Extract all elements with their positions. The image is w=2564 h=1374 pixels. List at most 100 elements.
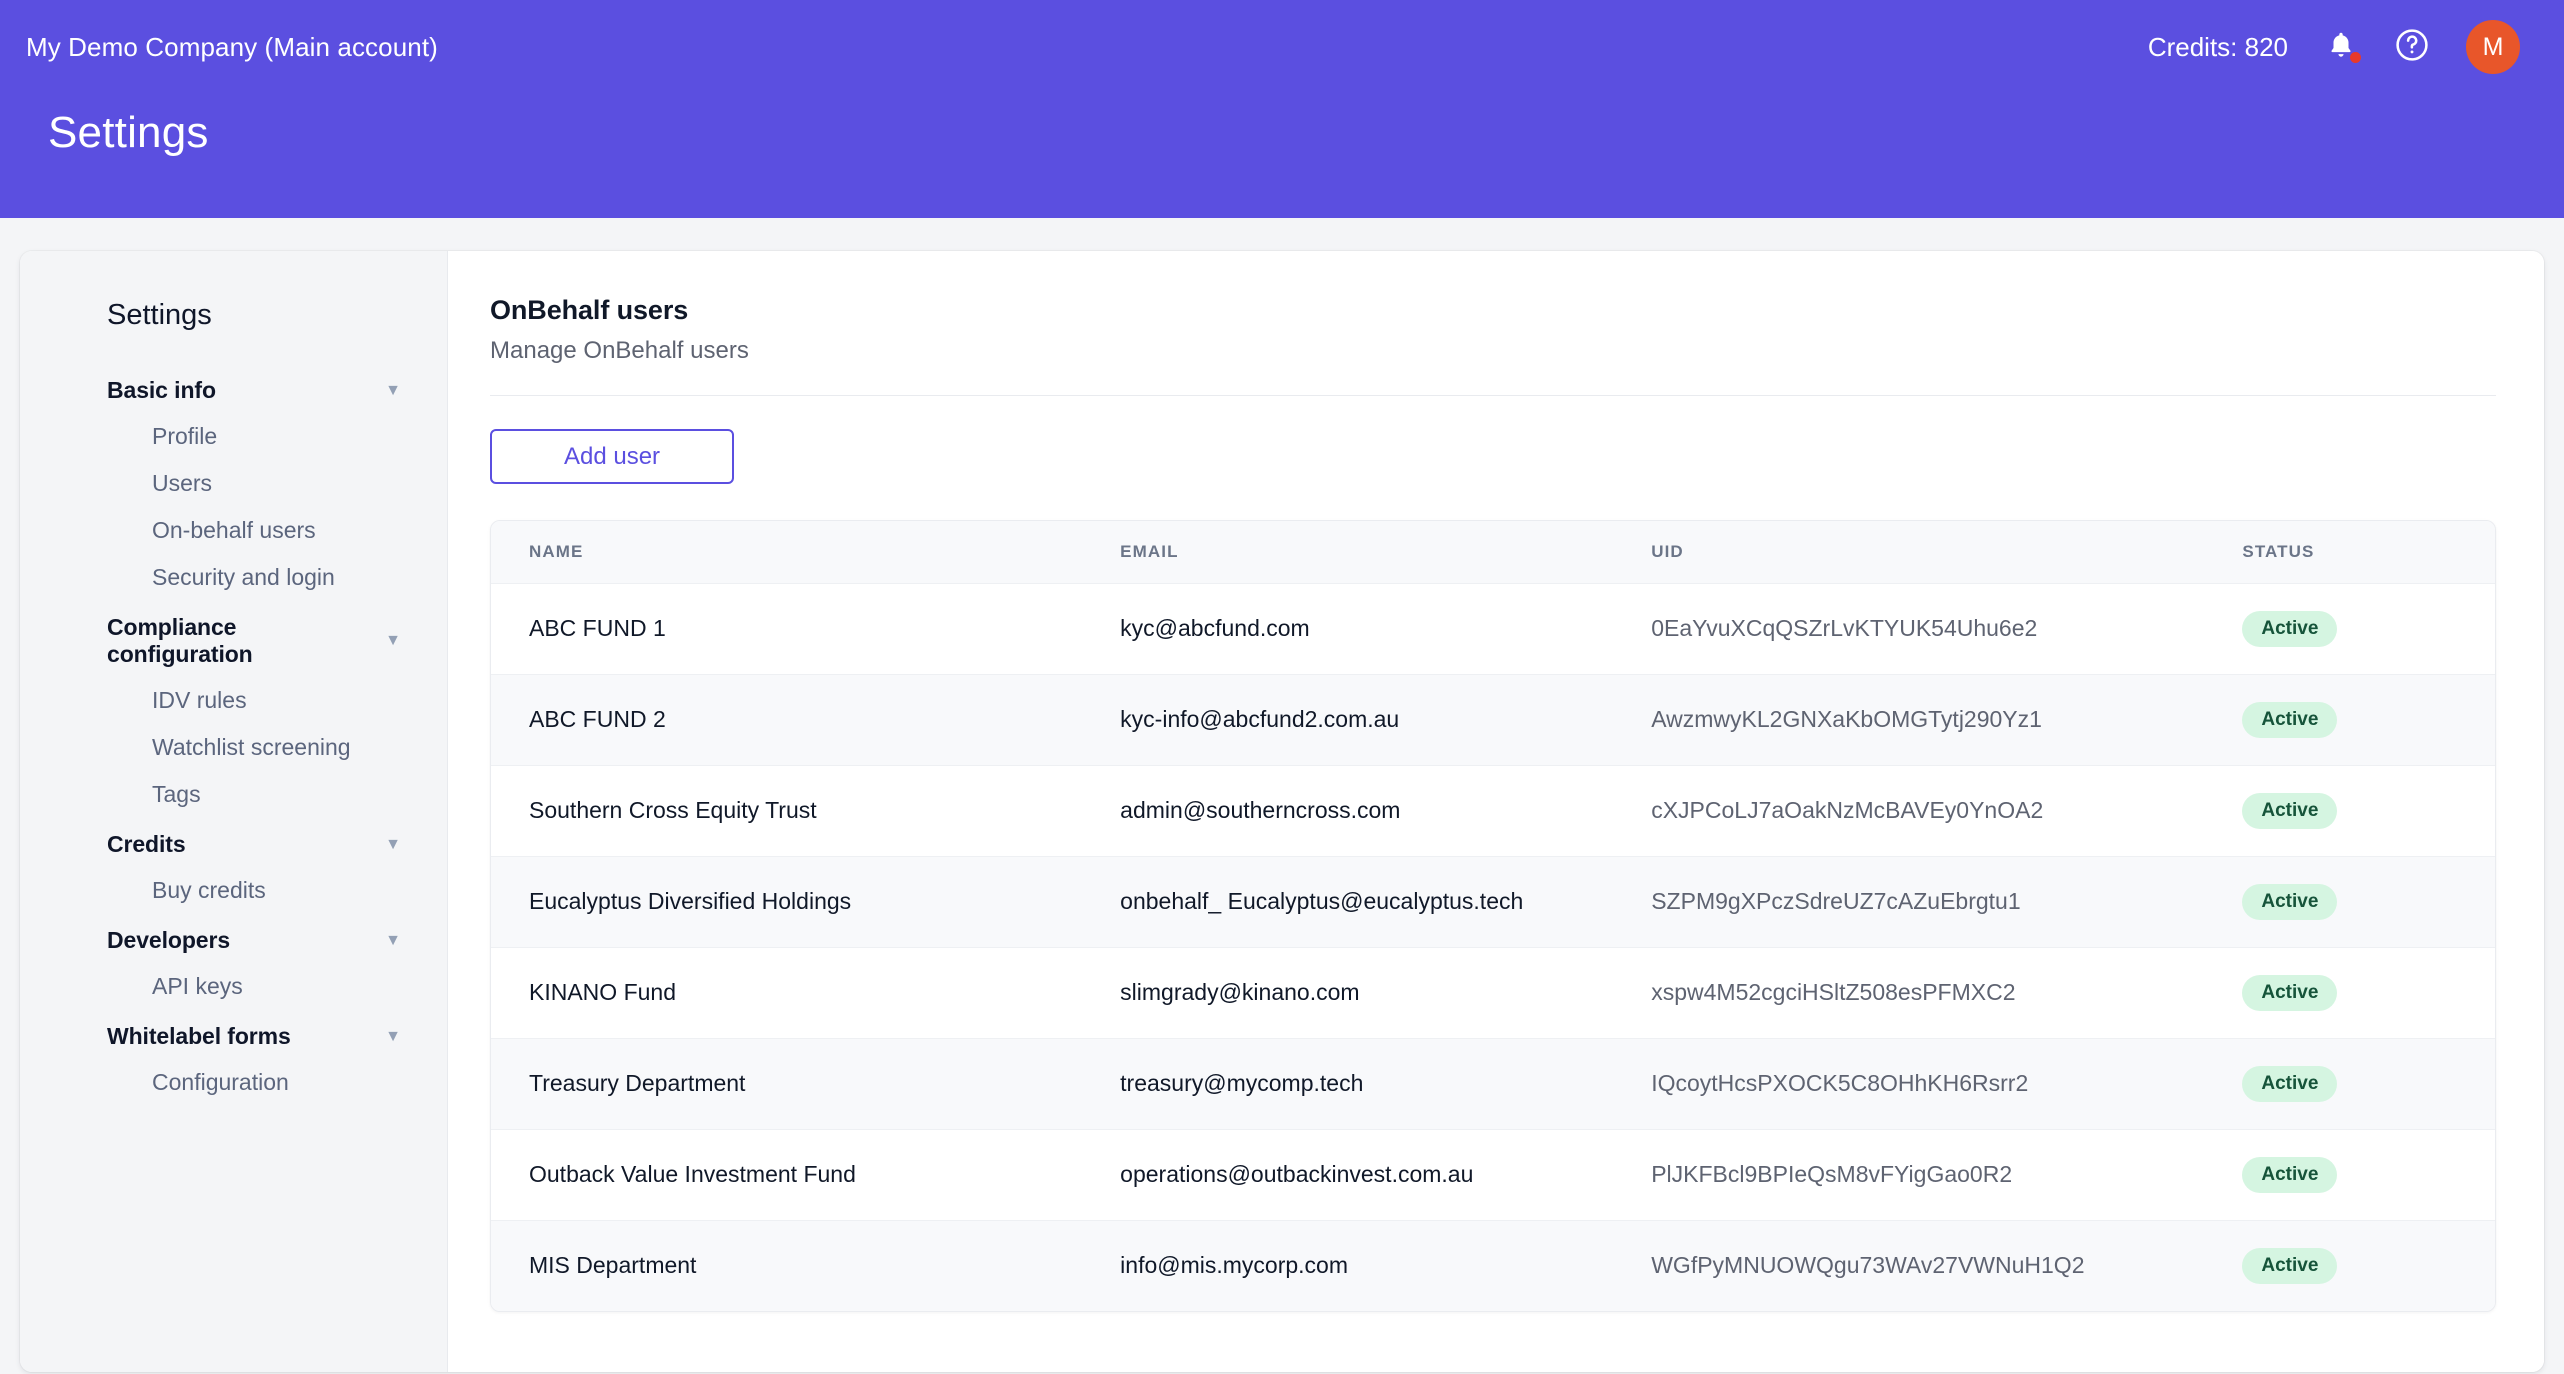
cell-email: info@mis.mycorp.com <box>1120 1252 1349 1279</box>
header-top-bar: My Demo Company (Main account) Credits: … <box>24 20 2526 74</box>
status-badge: Active <box>2242 1156 2338 1193</box>
nav-group-header-whitelabel-forms[interactable]: Whitelabel forms ▼ <box>54 1014 413 1059</box>
chevron-down-icon: ▼ <box>385 381 401 399</box>
nav-group-whitelabel-forms: Whitelabel forms ▼ Configuration <box>54 1014 413 1106</box>
chevron-down-icon: ▼ <box>385 1027 401 1045</box>
cell-uid: WGfPyMNUOWQgu73WAv27VWNuH1Q2 <box>1651 1252 2085 1279</box>
cell-name: Outback Value Investment Fund <box>529 1161 856 1187</box>
table-body: ABC FUND 1 kyc@abcfund.com 0EaYvuXCqQSZr… <box>491 583 2495 1311</box>
cell-status: Active <box>2204 583 2495 674</box>
nav-group-label: Whitelabel forms <box>107 1023 291 1049</box>
cell-uid: xspw4M52cgciHSltZ508esPFMXC2 <box>1651 979 2016 1005</box>
nav-group-basic-info: Basic info ▼ Profile Users On-behalf use… <box>54 368 413 601</box>
column-header-uid: UID <box>1651 541 1684 561</box>
table-row[interactable]: Outback Value Investment Fund operations… <box>491 1129 2495 1220</box>
notifications-button[interactable] <box>2324 29 2361 65</box>
cell-name: KINANO Fund <box>529 979 676 1005</box>
cell-uid: IQcoytHcsPXOCK5C8OHhKH6Rsrr2 <box>1651 1070 2029 1096</box>
add-user-button[interactable]: Add user <box>490 429 734 484</box>
onbehalf-users-table: NAME EMAIL UID STATUS ABC FUND 1 kyc@abc… <box>491 521 2495 1311</box>
cell-email: admin@southerncross.com <box>1120 797 1401 823</box>
avatar[interactable]: M <box>2466 20 2520 74</box>
table-row[interactable]: ABC FUND 2 kyc-info@abcfund2.com.au Awzm… <box>491 674 2495 765</box>
sidebar-item-on-behalf-users[interactable]: On-behalf users <box>54 507 413 554</box>
cell-status: Active <box>2204 765 2495 856</box>
nav-group-header-credits[interactable]: Credits ▼ <box>54 822 413 867</box>
table-row[interactable]: Southern Cross Equity Trust admin@southe… <box>491 765 2495 856</box>
status-badge: Active <box>2242 974 2338 1011</box>
column-header-status: STATUS <box>2242 541 2315 561</box>
onbehalf-users-table-card: NAME EMAIL UID STATUS ABC FUND 1 kyc@abc… <box>490 520 2496 1312</box>
chevron-down-icon: ▼ <box>385 632 401 649</box>
sidebar-item-buy-credits[interactable]: Buy credits <box>54 867 413 914</box>
sidebar-item-api-keys[interactable]: API keys <box>54 963 413 1010</box>
cell-status: Active <box>2204 674 2495 765</box>
cell-email: operations@outbackinvest.com.au <box>1120 1161 1474 1187</box>
column-header-email: EMAIL <box>1120 541 1179 561</box>
table-head: NAME EMAIL UID STATUS <box>491 521 2495 583</box>
table-row[interactable]: KINANO Fund slimgrady@kinano.com xspw4M5… <box>491 947 2495 1038</box>
cell-name: Treasury Department <box>529 1070 746 1096</box>
account-name: My Demo Company (Main account) <box>26 31 438 62</box>
main-content: OnBehalf users Manage OnBehalf users Add… <box>448 251 2544 1372</box>
table-header-row: NAME EMAIL UID STATUS <box>491 521 2495 583</box>
status-badge: Active <box>2242 792 2338 829</box>
cell-name: MIS Department <box>529 1252 697 1279</box>
cell-email: onbehalf_ Eucalyptus@eucalyptus.tech <box>1120 888 1524 914</box>
table-row[interactable]: Treasury Department treasury@mycomp.tech… <box>491 1038 2495 1129</box>
nav-group-label: Compliance configuration <box>107 614 253 667</box>
status-badge: Active <box>2242 610 2338 647</box>
column-header-name: NAME <box>529 541 584 561</box>
nav-group-label: Basic info <box>107 377 216 403</box>
avatar-initial: M <box>2482 32 2504 61</box>
cell-uid: 0EaYvuXCqQSZrLvKTYUK54Uhu6e2 <box>1651 615 2038 641</box>
nav-group-header-developers[interactable]: Developers ▼ <box>54 918 413 963</box>
cell-status: Active <box>2204 1220 2495 1311</box>
sidebar-item-profile[interactable]: Profile <box>54 413 413 460</box>
help-button[interactable] <box>2394 27 2430 68</box>
status-badge: Active <box>2242 701 2338 738</box>
app-header: My Demo Company (Main account) Credits: … <box>0 0 2564 218</box>
cell-name: ABC FUND 1 <box>529 615 666 641</box>
header-actions: Credits: 820 M <box>2148 20 2526 74</box>
sidebar-title: Settings <box>107 299 212 331</box>
cell-email: treasury@mycomp.tech <box>1120 1070 1364 1096</box>
status-badge: Active <box>2242 883 2338 920</box>
sidebar-item-configuration[interactable]: Configuration <box>54 1059 413 1106</box>
chevron-down-icon: ▼ <box>385 835 401 853</box>
cell-status: Active <box>2204 1129 2495 1220</box>
nav-group-compliance-configuration: Compliance configuration ▼ IDV rules Wat… <box>54 605 413 818</box>
cell-uid: AwzmwyKL2GNXaKbOMGTytj290Yz1 <box>1651 706 2042 732</box>
table-row[interactable]: MIS Department info@mis.mycorp.com WGfPy… <box>491 1220 2495 1311</box>
nav-group-label: Credits <box>107 831 186 857</box>
cell-email: slimgrady@kinano.com <box>1120 979 1360 1005</box>
nav-group-label: Developers <box>107 927 231 953</box>
nav-group-header-basic-info[interactable]: Basic info ▼ <box>54 368 413 413</box>
cell-uid: PlJKFBcl9BPIeQsM8vFYigGao0R2 <box>1651 1161 2013 1187</box>
sidebar-item-tags[interactable]: Tags <box>54 771 413 818</box>
settings-sidebar: Settings Basic info ▼ Profile Users On-b… <box>20 251 448 1372</box>
sidebar-item-watchlist-screening[interactable]: Watchlist screening <box>54 724 413 771</box>
credits-label: Credits: 820 <box>2147 31 2288 62</box>
cell-uid: cXJPCoLJ7aOakNzMcBAVEy0YnOA2 <box>1651 797 2044 823</box>
content-divider <box>490 395 2496 396</box>
nav-group-developers: Developers ▼ API keys <box>54 918 413 1010</box>
help-circle-icon <box>2394 27 2430 68</box>
content-title: OnBehalf users <box>490 295 689 325</box>
sidebar-item-users[interactable]: Users <box>54 460 413 507</box>
cell-uid: SZPM9gXPczSdreUZ7cAZuEbrgtu1 <box>1651 888 2021 914</box>
page-title: Settings <box>48 108 209 157</box>
cell-status: Active <box>2204 856 2495 947</box>
cell-email: kyc-info@abcfund2.com.au <box>1120 706 1400 732</box>
sidebar-item-security-and-login[interactable]: Security and login <box>54 554 413 601</box>
sidebar-item-idv-rules[interactable]: IDV rules <box>54 677 413 724</box>
status-badge: Active <box>2242 1065 2338 1102</box>
status-badge: Active <box>2242 1247 2338 1284</box>
nav-group-header-compliance-configuration[interactable]: Compliance configuration ▼ <box>54 605 413 677</box>
table-row[interactable]: Eucalyptus Diversified Holdings onbehalf… <box>491 856 2495 947</box>
settings-shell: Settings Basic info ▼ Profile Users On-b… <box>20 251 2544 1372</box>
nav-group-credits: Credits ▼ Buy credits <box>54 822 413 914</box>
cell-name: Eucalyptus Diversified Holdings <box>529 888 852 914</box>
table-row[interactable]: ABC FUND 1 kyc@abcfund.com 0EaYvuXCqQSZr… <box>491 583 2495 674</box>
cell-status: Active <box>2204 947 2495 1038</box>
